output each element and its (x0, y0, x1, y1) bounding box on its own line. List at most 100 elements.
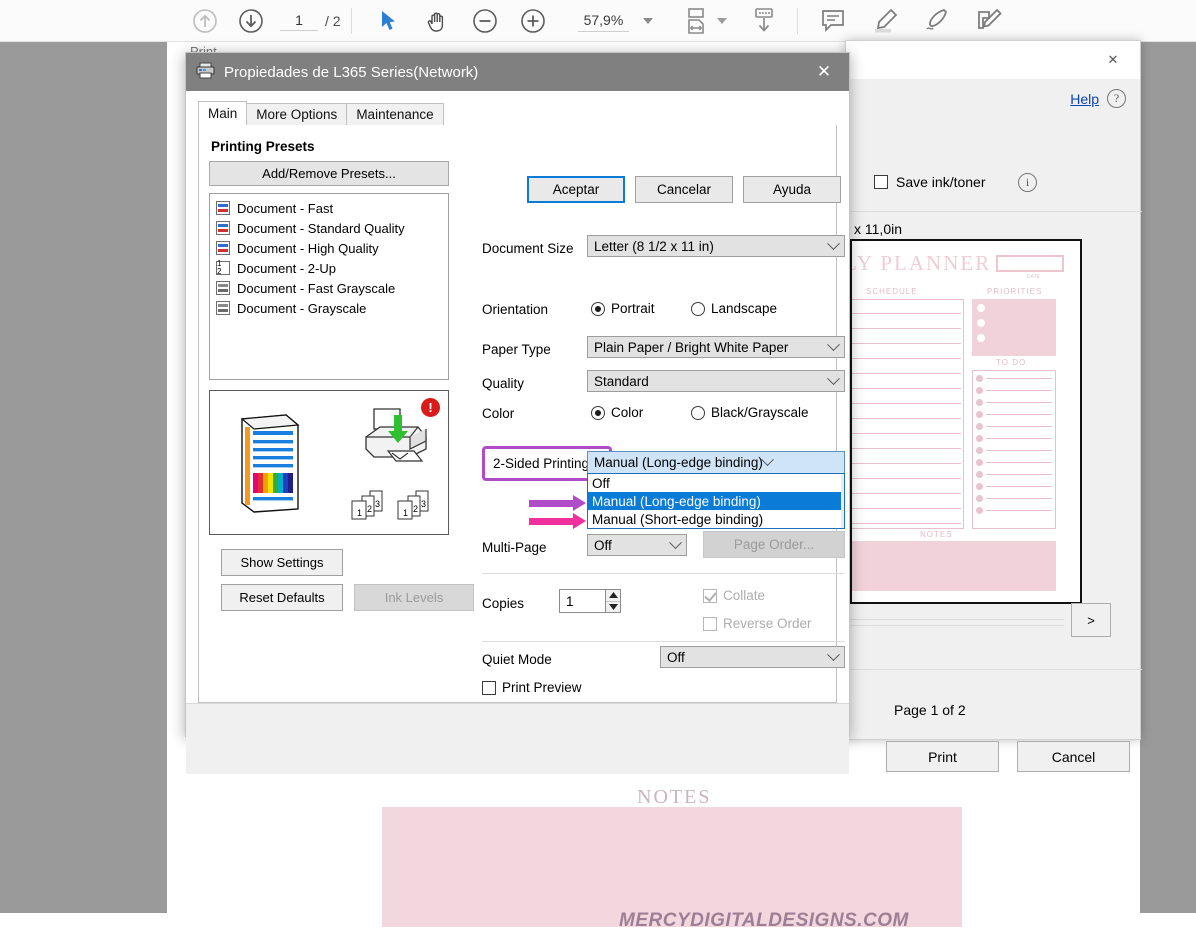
divider-2 (482, 641, 845, 642)
color-color-radio[interactable]: Color (591, 405, 643, 420)
document-notes-label: NOTES (637, 786, 712, 808)
checkbox-box[interactable] (874, 175, 888, 189)
save-ink-toner-checkbox[interactable]: Save ink/toner (874, 174, 986, 190)
show-settings-button[interactable]: Show Settings (221, 549, 343, 576)
close-icon[interactable]: ✕ (803, 54, 845, 90)
multi-page-label: Multi-Page (482, 540, 547, 555)
tab-main[interactable]: Main (198, 101, 248, 126)
planner-todo-line (986, 414, 1052, 415)
page-stack-123-icon-2: 3 2 1 (396, 489, 438, 521)
quiet-mode-combo[interactable]: Off (660, 646, 845, 668)
dropdown-option-long-edge[interactable]: Manual (Long-edge binding) (588, 492, 844, 510)
chevron-down-icon (827, 647, 840, 661)
orientation-portrait-radio[interactable]: Portrait (591, 301, 655, 316)
orientation-landscape-radio[interactable]: Landscape (691, 301, 777, 316)
comment-icon[interactable] (818, 6, 848, 36)
fit-page-dropdown-icon[interactable] (717, 17, 728, 24)
stepper-up-icon[interactable] (606, 590, 620, 601)
presets-list[interactable]: Document - Fast Document - Standard Quali… (209, 193, 449, 380)
divider (482, 573, 845, 574)
preset-item-label: Document - 2-Up (237, 260, 336, 276)
document-size-combo[interactable]: Letter (8 1/2 x 11 in) (587, 235, 845, 257)
stepper-down-icon[interactable] (606, 600, 620, 613)
page-order-button: Page Order... (703, 531, 845, 558)
close-icon[interactable]: ✕ (1094, 47, 1132, 73)
planner-todo-dot (976, 387, 983, 394)
two-sided-printing-dropdown[interactable]: Off Manual (Long-edge binding) Manual (S… (587, 473, 845, 529)
next-page-icon[interactable] (236, 6, 266, 36)
preset-item[interactable]: 1 2 Document - 2-Up (212, 258, 448, 278)
preset-item[interactable]: Document - Standard Quality (212, 218, 448, 238)
quality-combo[interactable]: Standard (587, 370, 845, 392)
two-up-icon: 1 2 (216, 260, 230, 276)
cancel-button[interactable]: Cancelar (635, 176, 733, 203)
preset-item[interactable]: Document - Fast (212, 198, 448, 218)
dropdown-option-short-edge[interactable]: Manual (Short-edge binding) (588, 510, 844, 528)
ink-levels-button: Ink Levels (354, 584, 474, 611)
color-document-icon (240, 413, 308, 513)
info-circle-icon[interactable]: i (1018, 173, 1037, 192)
preset-item[interactable]: Document - Fast Grayscale (212, 278, 448, 298)
copies-stepper[interactable] (605, 589, 621, 613)
dropdown-scrollbar[interactable] (841, 474, 844, 528)
quality-value: Standard (594, 373, 649, 389)
document-size-label: Document Size (482, 241, 574, 256)
planner-todo-dot (976, 411, 983, 418)
main-tab-panel: Printing Presets Add/Remove Presets... D… (198, 125, 845, 722)
add-remove-presets-button[interactable]: Add/Remove Presets... (209, 161, 449, 186)
chevron-down-icon[interactable] (643, 17, 654, 24)
planner-priority-dot (977, 334, 985, 342)
planner-todo-row (976, 375, 1052, 382)
planner-schedule-line (852, 403, 961, 404)
cursor-arrow-icon[interactable] (374, 6, 404, 36)
next-preview-button[interactable]: > (1071, 603, 1111, 637)
checkbox-box (703, 588, 717, 603)
planner-todo-line (986, 486, 1052, 487)
quality-label: Quality (482, 376, 525, 391)
accept-button[interactable]: Aceptar (527, 176, 625, 203)
planner-todo-box (972, 370, 1056, 529)
multi-page-combo[interactable]: Off (587, 534, 687, 556)
svg-text:1: 1 (357, 508, 362, 518)
help-button[interactable]: Ayuda (743, 176, 841, 203)
checkbox-box[interactable] (482, 680, 496, 695)
two-sided-printing-combo[interactable]: Manual (Long-edge binding) (587, 451, 845, 474)
dropdown-option-off[interactable]: Off (588, 474, 844, 492)
sign-pen-icon[interactable] (922, 6, 952, 36)
properties-dialog-title: Propiedades de L365 Series(Network) (224, 63, 479, 81)
preview-scrollbar[interactable] (846, 619, 1064, 626)
prev-page-icon[interactable] (190, 6, 220, 36)
page-number-input[interactable] (280, 10, 318, 31)
page-status-label: Page 1 of 2 (894, 702, 966, 718)
hand-icon[interactable] (422, 6, 452, 36)
zoom-level-value[interactable]: 57,9% (577, 10, 630, 32)
cancel-button[interactable]: Cancel (1017, 741, 1130, 772)
fit-page-icon[interactable] (681, 6, 711, 36)
paper-type-combo[interactable]: Plain Paper / Bright White Paper (587, 336, 845, 358)
question-circle-icon[interactable]: ? (1107, 89, 1126, 108)
help-link[interactable]: Help (1070, 91, 1099, 107)
planner-title: LY PLANNER (850, 251, 992, 275)
chevron-down-icon (827, 337, 840, 351)
dialog-footer (186, 703, 849, 774)
planner-todo-line (986, 498, 1052, 499)
multi-page-value: Off (594, 537, 612, 553)
divider-2 (846, 669, 1142, 670)
download-icon[interactable] (749, 6, 779, 36)
radio-marker (691, 405, 705, 420)
reset-defaults-button[interactable]: Reset Defaults (221, 584, 343, 611)
preset-item[interactable]: Document - High Quality (212, 238, 448, 258)
tab-maintenance[interactable]: Maintenance (346, 103, 444, 126)
tab-more-options[interactable]: More Options (246, 103, 348, 126)
paper-type-value: Plain Paper / Bright White Paper (594, 339, 789, 355)
highlighter-icon[interactable] (870, 6, 900, 36)
planner-todo-line (986, 510, 1052, 511)
planner-priority-dot (977, 304, 985, 312)
print-button[interactable]: Print (886, 741, 999, 772)
preset-item[interactable]: Document - Grayscale (212, 298, 448, 318)
print-preview-checkbox[interactable]: Print Preview (482, 680, 582, 695)
color-bw-radio[interactable]: Black/Grayscale (691, 405, 809, 420)
zoom-in-icon[interactable] (518, 6, 548, 36)
edit-document-icon[interactable] (974, 6, 1004, 36)
zoom-out-icon[interactable] (470, 6, 500, 36)
